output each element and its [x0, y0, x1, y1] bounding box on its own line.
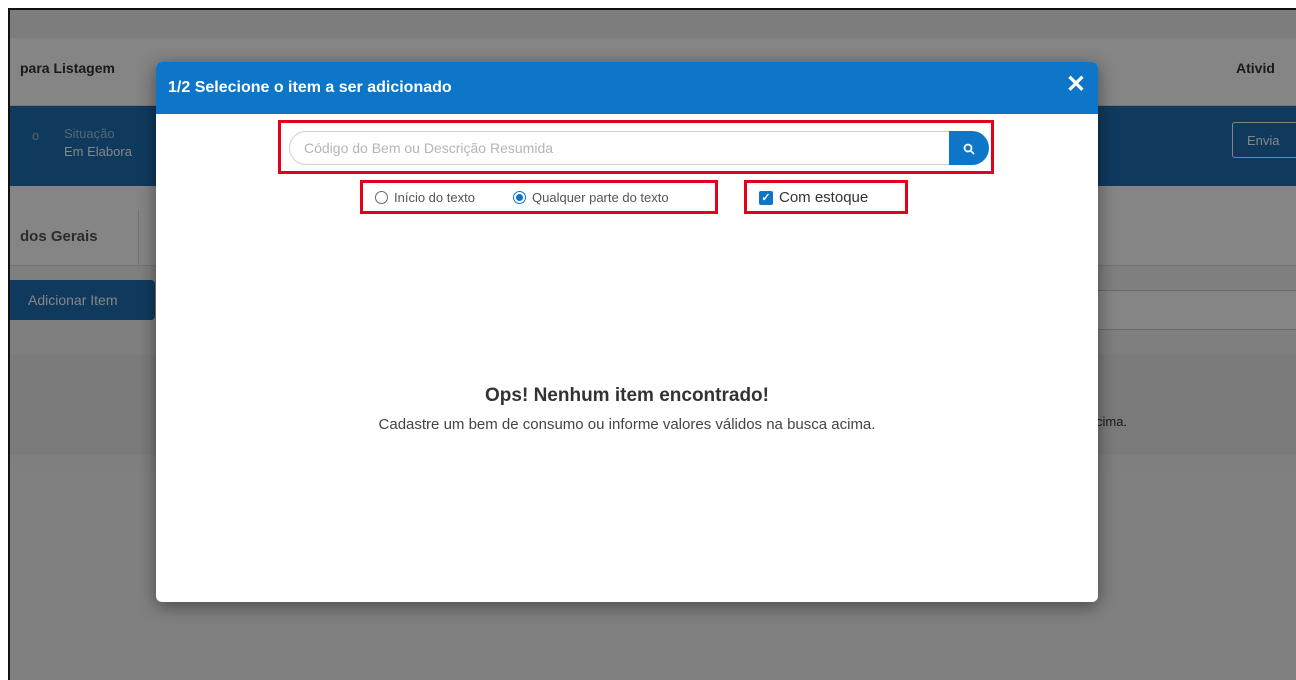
select-item-modal: 1/2 Selecione o item a ser adicionado ✕ … — [156, 62, 1098, 602]
radio-label: Qualquer parte do texto — [532, 190, 669, 205]
modal-header: 1/2 Selecione o item a ser adicionado ✕ — [156, 62, 1098, 114]
empty-state-title: Ops! Nenhum item encontrado! — [485, 385, 769, 406]
checkbox-label: Com estoque — [779, 189, 869, 206]
com-estoque-checkbox[interactable]: ✓ Com estoque — [759, 189, 868, 206]
radio-inicio-do-texto[interactable]: Início do texto — [375, 190, 475, 205]
search-mode-highlight: Início do texto Qualquer parte do texto — [360, 180, 718, 214]
checkmark-icon: ✓ — [759, 190, 773, 205]
screenshot-frame: para Listagem Ativid o Situação Em Elabo… — [8, 8, 1296, 680]
modal-title: 1/2 Selecione o item a ser adicionado — [168, 79, 452, 96]
search-icon — [963, 143, 975, 154]
radio-label: Início do texto — [394, 190, 475, 205]
radio-checked-icon — [513, 191, 526, 204]
search-input[interactable] — [289, 131, 951, 165]
close-icon[interactable]: ✕ — [1066, 72, 1086, 98]
search-button[interactable] — [949, 131, 989, 165]
stock-filter-highlight: ✓ Com estoque — [744, 180, 908, 214]
radio-circle-icon — [375, 191, 388, 204]
radio-qualquer-parte[interactable]: Qualquer parte do texto — [513, 190, 669, 205]
search-highlight — [278, 120, 994, 174]
empty-state-message: Cadastre um bem de consumo ou informe va… — [378, 416, 876, 433]
